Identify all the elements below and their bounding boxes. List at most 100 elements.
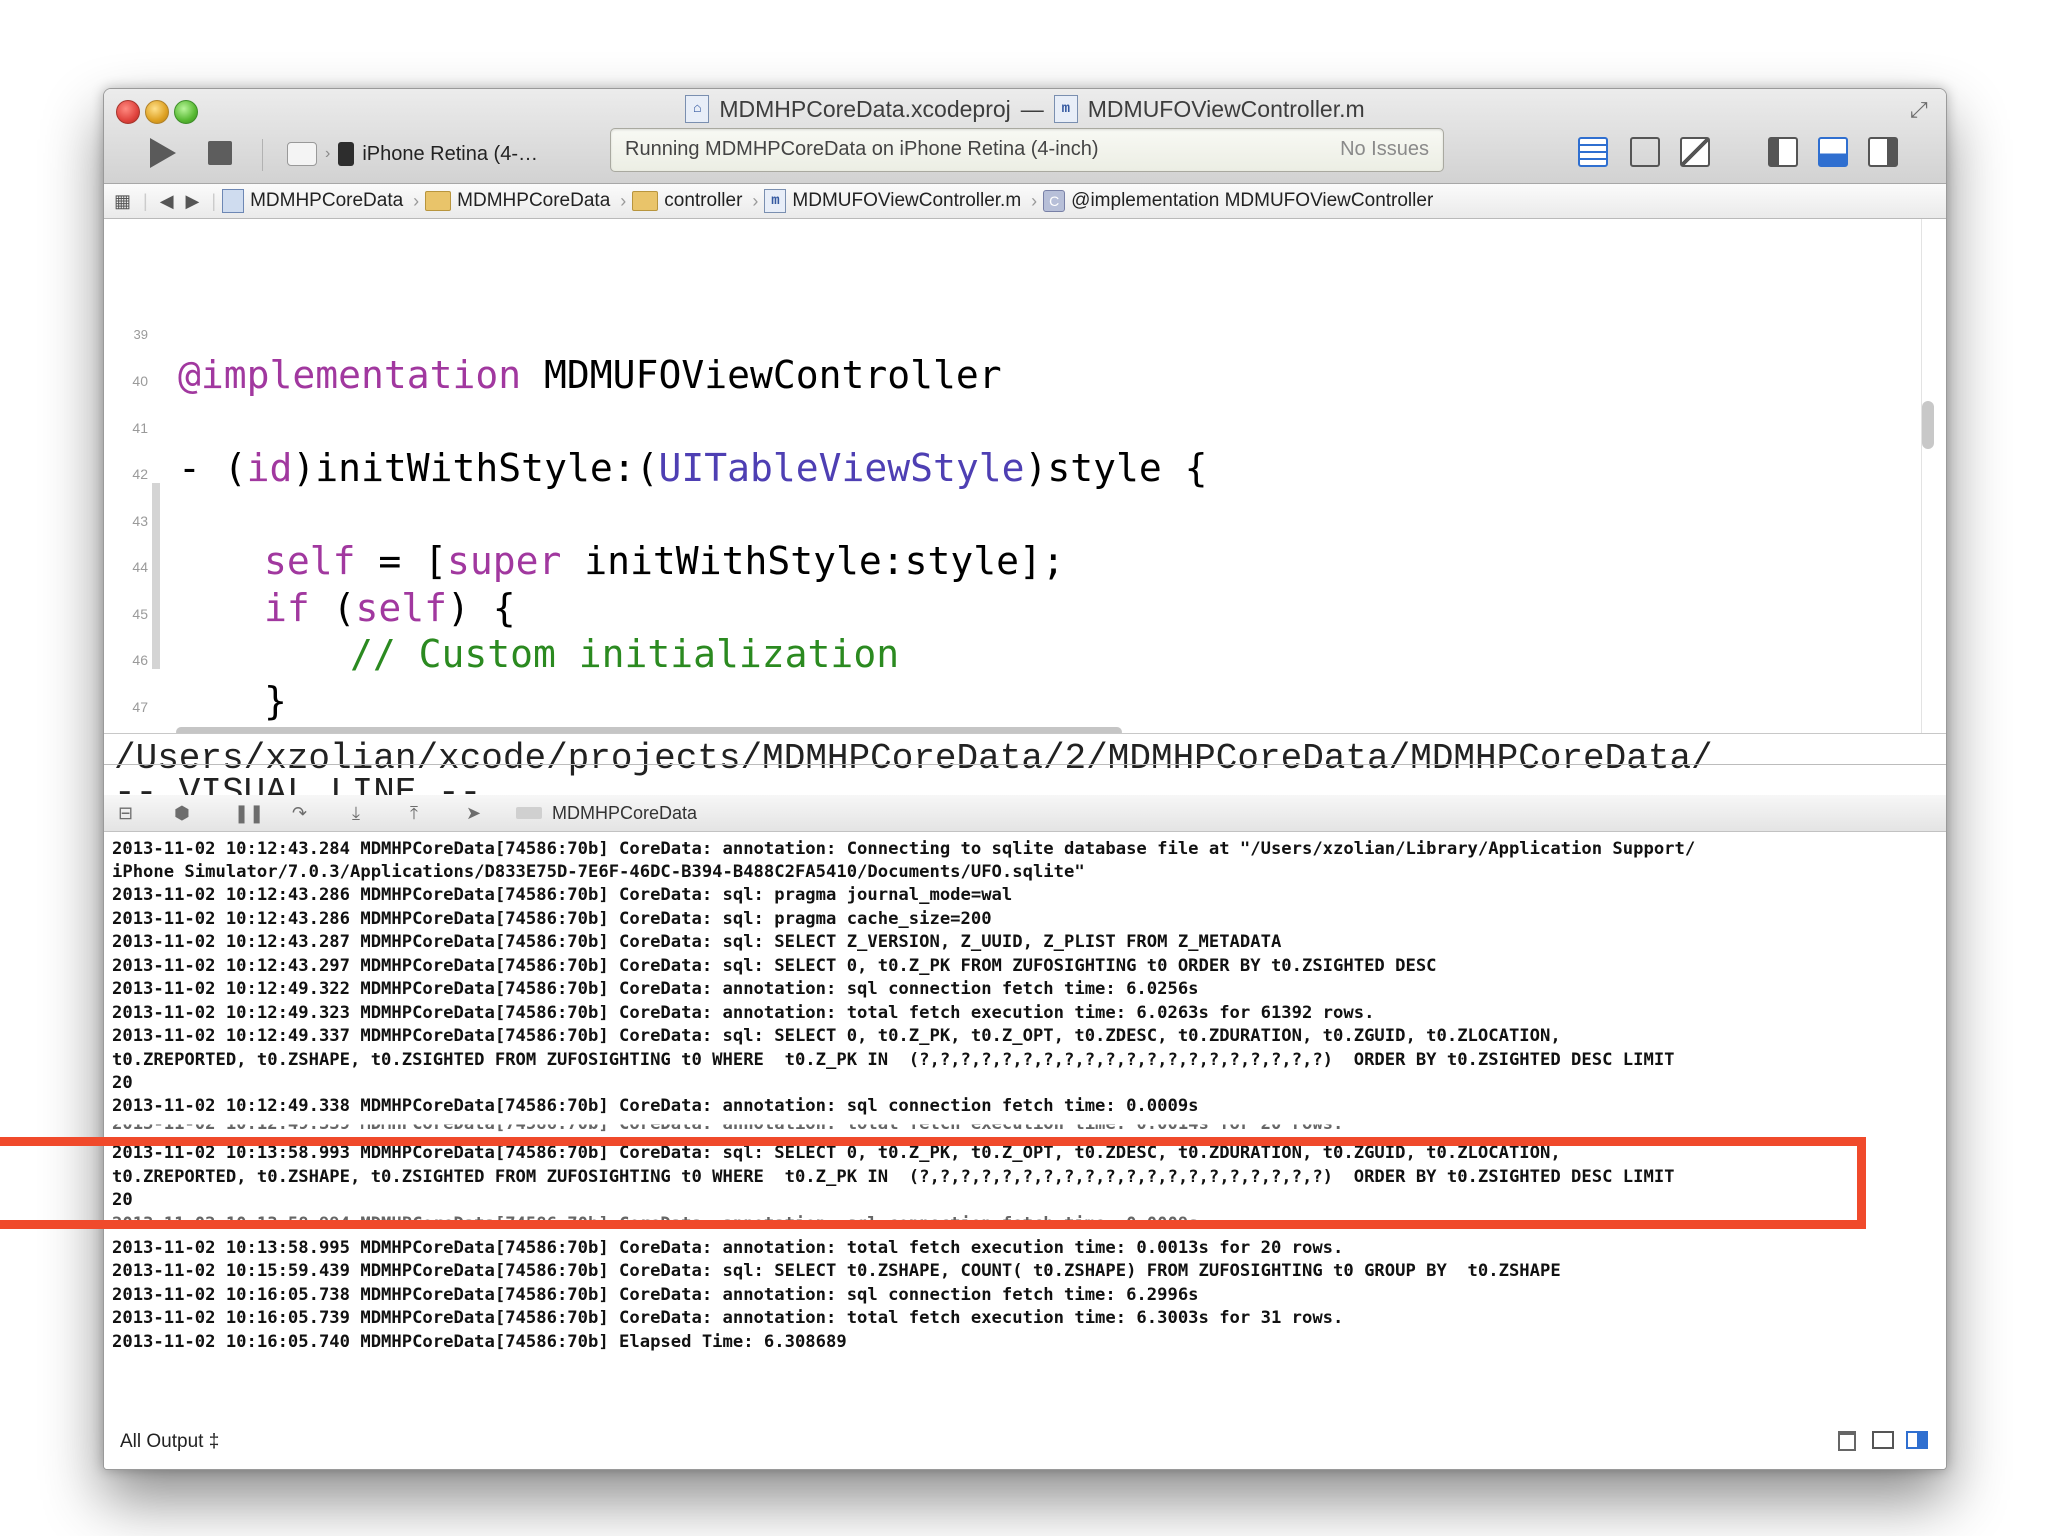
console-line-highlighted: 20 <box>112 1190 133 1210</box>
console-line: 2013-11-02 10:12:49.322 MDMHPCoreData[74… <box>112 979 1199 999</box>
console-line: 2013-11-02 10:12:43.286 MDMHPCoreData[74… <box>112 885 1013 905</box>
line-number: 47 <box>132 699 148 715</box>
console-line: 2013-11-02 10:12:43.286 MDMHPCoreData[74… <box>112 909 992 929</box>
console-line: t0.ZREPORTED, t0.ZSHAPE, t0.ZSIGHTED FRO… <box>112 1050 1675 1070</box>
line-number: 44 <box>132 559 148 575</box>
debug-area-toggle-icon[interactable] <box>1818 137 1848 167</box>
back-arrow-icon[interactable]: ◀ <box>160 191 174 212</box>
line-number: 46 <box>132 652 148 668</box>
breakpoints-toggle-icon[interactable]: ⬢ <box>174 803 190 824</box>
navigator-toggle-icon[interactable] <box>1768 137 1798 167</box>
breadcrumb-group[interactable]: MDMHPCoreData <box>425 190 610 212</box>
utilities-toggle-icon[interactable] <box>1868 137 1898 167</box>
console-line-highlighted: t0.ZREPORTED, t0.ZSHAPE, t0.ZSIGHTED FRO… <box>112 1167 1675 1187</box>
source-editor[interactable]: 39 40 41 42 43 44 45 46 47 48 49 @implem… <box>104 219 1946 807</box>
step-out-icon[interactable]: ⤒ <box>410 803 418 824</box>
console-line-obscured: 2013-11-02 10:13:58.994 MDMHPCoreData[74… <box>112 1214 1199 1234</box>
console-line: 2013-11-02 10:16:05.740 MDMHPCoreData[74… <box>112 1332 847 1352</box>
code-line-44: self = [super initWithStyle:style]; <box>264 539 1065 583</box>
toolbar-divider <box>262 139 263 171</box>
line-number: 39 <box>133 327 148 342</box>
console-bottom-bar: All Output ‡ <box>104 1413 1946 1469</box>
console-line: 2013-11-02 10:12:43.297 MDMHPCoreData[74… <box>112 956 1437 976</box>
xcodeproj-file-icon: ⌂ <box>685 95 710 123</box>
folder-icon <box>632 191 659 211</box>
title-file: MDMUFOViewController.m <box>1087 95 1365 122</box>
m-file-icon: m <box>764 189 787 213</box>
console-line: 2013-11-02 10:12:43.287 MDMHPCoreData[74… <box>112 932 1282 952</box>
console-line: 2013-11-02 10:16:05.739 MDMHPCoreData[74… <box>112 1308 1344 1328</box>
trash-icon[interactable] <box>1838 1431 1856 1451</box>
vertical-scrollbar[interactable] <box>1922 401 1934 449</box>
simulate-location-icon[interactable]: ➤ <box>466 803 481 824</box>
chevron-right-icon: › <box>325 145 331 162</box>
chevron-right-icon: › <box>752 190 759 211</box>
code-fold-ribbon[interactable] <box>152 483 160 669</box>
assistant-editor-icon[interactable] <box>1630 137 1660 167</box>
fullscreen-icon[interactable]: ⤢ <box>1910 97 1936 123</box>
activity-status: Running MDMHPCoreData on iPhone Retina (… <box>625 138 1099 160</box>
run-button[interactable] <box>144 135 180 171</box>
version-editor-icon[interactable] <box>1680 137 1710 167</box>
vim-status-strip: /Users/xzolian/xcode/projects/MDMHPCoreD… <box>104 733 1946 797</box>
code-line-46: // Custom initialization <box>350 632 900 676</box>
breadcrumb-label: MDMHPCoreData <box>457 190 611 211</box>
window-toolbar: ⌂ MDMHPCoreData.xcodeproj — m MDMUFOView… <box>104 89 1946 184</box>
breadcrumb-folder[interactable]: controller <box>632 190 742 212</box>
code-line-42: - (id)initWithStyle:(UITableViewStyle)st… <box>178 446 1208 490</box>
code-line-45: if (self) { <box>264 586 516 630</box>
console-line-highlighted: 2013-11-02 10:13:58.993 MDMHPCoreData[74… <box>112 1143 1561 1163</box>
console-line: 2013-11-02 10:12:49.338 MDMHPCoreData[74… <box>112 1096 1199 1116</box>
forward-arrow-icon[interactable]: ▶ <box>186 191 200 212</box>
activity-viewer: Running MDMHPCoreData on iPhone Retina (… <box>610 128 1444 172</box>
hide-debug-area-icon[interactable]: ⊟ <box>118 803 133 824</box>
output-filter-popup[interactable]: All Output ‡ <box>120 1431 219 1453</box>
breadcrumb-label: MDMHPCoreData <box>250 190 404 211</box>
console-line: 2013-11-02 10:15:59.439 MDMHPCoreData[74… <box>112 1261 1561 1281</box>
console-pane-toggle-icon[interactable] <box>1906 1431 1928 1449</box>
class-icon: C <box>1043 190 1066 212</box>
divider: | <box>211 190 217 211</box>
editor-page-guide <box>1921 219 1922 733</box>
divider <box>104 764 1946 765</box>
code-line-47: } <box>264 679 287 723</box>
process-label: MDMHPCoreData <box>552 803 698 823</box>
title-separator: — <box>1020 95 1044 122</box>
line-number: 41 <box>132 420 148 436</box>
stop-button[interactable] <box>208 141 232 165</box>
project-icon <box>222 189 245 213</box>
step-into-icon[interactable]: ⤓ <box>352 803 360 824</box>
breadcrumb-label: @implementation MDMUFOViewController <box>1071 190 1434 211</box>
console-line: 2013-11-02 10:16:05.738 MDMHPCoreData[74… <box>112 1285 1199 1305</box>
code-line-40: @implementation MDMUFOViewController <box>178 353 1002 397</box>
issues-status: No Issues <box>1340 138 1429 160</box>
pause-icon[interactable]: ❚❚ <box>234 803 264 824</box>
scheme-device-label: iPhone Retina (4-… <box>362 142 538 165</box>
visual-mode-text: -- VISUAL LINE -- <box>114 772 482 797</box>
console-line: 20 <box>112 1073 133 1093</box>
console-line: iPhone Simulator/7.0.3/Applications/D833… <box>112 862 1085 882</box>
iphone-icon <box>338 142 355 166</box>
line-number: 42 <box>132 466 148 482</box>
chevron-right-icon: › <box>620 190 627 211</box>
folder-icon <box>425 191 452 211</box>
window-title: ⌂ MDMHPCoreData.xcodeproj — m MDMUFOView… <box>104 95 1946 123</box>
xcode-window: ⌂ MDMHPCoreData.xcodeproj — m MDMUFOView… <box>103 88 1947 1470</box>
line-number: 45 <box>132 606 148 622</box>
line-number: 43 <box>132 513 148 529</box>
breadcrumb-project[interactable]: MDMHPCoreData <box>222 189 403 213</box>
standard-editor-icon[interactable] <box>1578 137 1608 167</box>
breadcrumb-file[interactable]: m MDMUFOViewController.m <box>764 189 1021 213</box>
related-items-icon[interactable]: ▦ <box>114 191 131 212</box>
app-target-icon <box>287 142 317 166</box>
scheme-selector[interactable]: › iPhone Retina (4-… <box>287 137 538 171</box>
line-number: 40 <box>132 373 148 389</box>
console-line: 2013-11-02 10:13:58.995 MDMHPCoreData[74… <box>112 1238 1344 1258</box>
breadcrumb-label: MDMUFOViewController.m <box>792 190 1022 211</box>
console-line: 2013-11-02 10:12:49.337 MDMHPCoreData[74… <box>112 1026 1561 1046</box>
variables-pane-toggle-icon[interactable] <box>1872 1431 1894 1449</box>
console-output[interactable]: 2013-11-02 10:12:43.284 MDMHPCoreData[74… <box>104 832 1946 1412</box>
step-over-icon[interactable]: ↷ <box>292 803 307 824</box>
chevron-right-icon: › <box>1031 190 1038 211</box>
breadcrumb-symbol[interactable]: C @implementation MDMUFOViewController <box>1043 190 1433 212</box>
